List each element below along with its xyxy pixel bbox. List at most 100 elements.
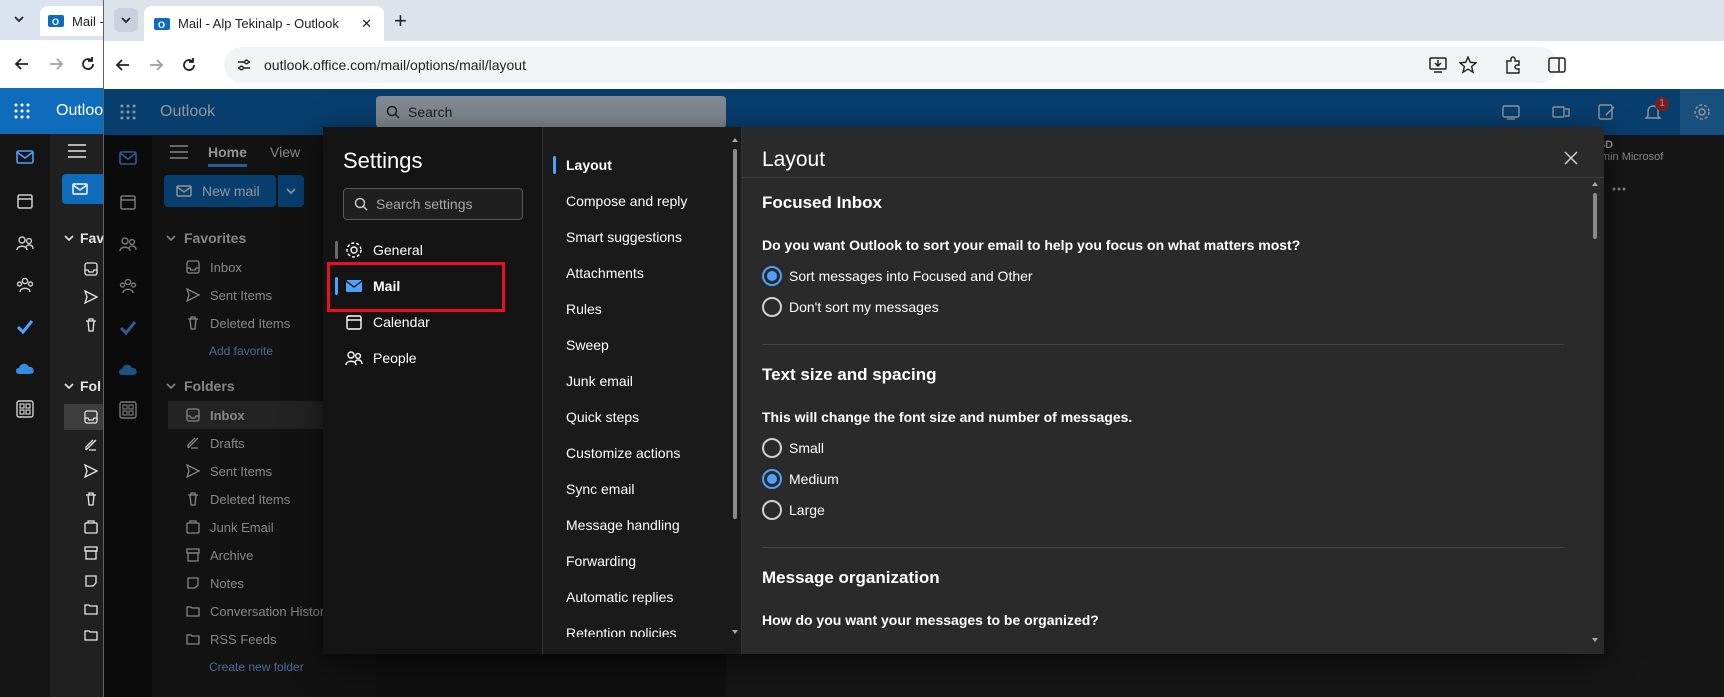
subnav-scroll-thumb[interactable] (733, 149, 737, 519)
subnav-smart-suggestions[interactable]: Smart suggestions (543, 219, 733, 255)
address-bar[interactable]: outlook.office.com/mail/options/mail/lay… (224, 47, 1558, 83)
folder-icon[interactable] (84, 602, 98, 616)
folder-icon[interactable] (84, 628, 98, 642)
forward-arrow-icon[interactable] (148, 57, 164, 73)
site-info-icon[interactable] (236, 57, 252, 73)
outlook-icon: O (48, 15, 64, 27)
chevron-down-icon (64, 235, 74, 242)
drafts-icon[interactable] (84, 438, 98, 452)
subnav-label: Compose and reply (566, 193, 688, 209)
tab-search-button[interactable] (114, 8, 138, 32)
outlook-icon: O (154, 17, 170, 30)
subnav-label: Automatic replies (566, 589, 674, 605)
category-people[interactable]: People (323, 340, 542, 376)
subnav-scrollbar[interactable] (732, 137, 738, 647)
section-divider (762, 344, 1564, 345)
more-apps-icon[interactable] (16, 400, 34, 418)
reload-icon[interactable] (80, 56, 96, 72)
subnav-label: Rules (566, 301, 602, 317)
scroll-up-icon[interactable] (1592, 181, 1598, 187)
radio-button-selected[interactable] (762, 469, 782, 489)
subnav-customize-actions[interactable]: Customize actions (543, 435, 733, 471)
groups-icon[interactable] (16, 276, 34, 294)
close-icon[interactable] (1564, 151, 1578, 165)
hamburger-icon[interactable] (68, 144, 86, 158)
scroll-down-icon[interactable] (732, 629, 738, 635)
subnav-label: Customize actions (566, 445, 681, 461)
back-arrow-icon[interactable] (115, 57, 131, 73)
todo-icon[interactable] (16, 318, 34, 336)
svg-text:O: O (158, 20, 165, 30)
message-org-question: How do you want your messages to be orga… (762, 612, 1099, 628)
radio-large[interactable]: Large (762, 495, 1572, 525)
extensions-icon[interactable] (1504, 56, 1522, 74)
radio-button[interactable] (762, 438, 782, 458)
radio-button[interactable] (762, 500, 782, 520)
onedrive-icon[interactable] (14, 360, 36, 376)
subnav-layout[interactable]: Layout (543, 147, 733, 183)
subnav-sweep[interactable]: Sweep (543, 327, 733, 363)
category-indicator (335, 241, 338, 259)
subnav-message-handling[interactable]: Message handling (543, 507, 733, 543)
reload-icon[interactable] (181, 57, 197, 73)
subnav-label: Sweep (566, 337, 609, 353)
scroll-down-icon[interactable] (1592, 637, 1598, 643)
subnav-forwarding[interactable]: Forwarding (543, 543, 733, 579)
chevron-down-icon (64, 383, 74, 390)
subnav-attachments[interactable]: Attachments (543, 255, 733, 291)
notes-icon[interactable] (84, 574, 98, 588)
junk-icon[interactable] (84, 520, 98, 534)
settings-dialog: Settings Search settings General Mail Ca… (323, 127, 1604, 654)
radio-sort-focused[interactable]: Sort messages into Focused and Other (762, 261, 1572, 291)
delete-icon[interactable] (84, 318, 98, 332)
radio-small[interactable]: Small (762, 433, 1572, 463)
browser-tabstrip: O Mail - Alp Tekinalp - Outlook ✕ + (104, 0, 1724, 41)
bookmark-star-icon[interactable] (1459, 56, 1477, 74)
subnav-quick-steps[interactable]: Quick steps (543, 399, 733, 435)
background-tab[interactable]: O Mail - (40, 6, 110, 36)
delete-icon[interactable] (84, 492, 98, 506)
radio-medium[interactable]: Medium (762, 464, 1572, 494)
folders-header-partial[interactable]: Fol (64, 378, 101, 394)
settings-search-placeholder: Search settings (376, 196, 473, 212)
background-folder-pane: Fav Fol (50, 134, 110, 697)
pane-scrollbar[interactable] (1592, 181, 1598, 649)
subnav-compose-and-reply[interactable]: Compose and reply (543, 183, 733, 219)
subnav-sync-email[interactable]: Sync email (543, 471, 733, 507)
inbox-icon[interactable] (84, 262, 98, 276)
settings-search-input[interactable]: Search settings (343, 188, 523, 220)
background-tab-title: Mail - (72, 13, 104, 29)
install-app-icon[interactable] (1429, 57, 1447, 73)
radio-dont-sort[interactable]: Don't sort my messages (762, 292, 1572, 322)
app-launcher-icon[interactable] (14, 103, 30, 119)
mail-icon[interactable] (16, 148, 34, 166)
send-icon[interactable] (84, 464, 98, 478)
background-outlook-header: Outloo (0, 88, 110, 134)
subnav-retention-policies[interactable]: Retention policies (543, 615, 733, 637)
settings-title: Settings (343, 148, 423, 173)
tab-search-button[interactable] (8, 8, 30, 30)
favorites-header-partial[interactable]: Fav (64, 230, 104, 246)
active-tab[interactable]: O Mail - Alp Tekinalp - Outlook ✕ (144, 6, 384, 41)
close-tab-icon[interactable]: ✕ (361, 16, 372, 32)
radio-button-selected[interactable] (762, 266, 782, 286)
archive-icon[interactable] (84, 546, 98, 560)
people-icon[interactable] (16, 234, 34, 252)
send-icon[interactable] (84, 290, 98, 304)
side-panel-icon[interactable] (1548, 56, 1566, 74)
subnav-label: Forwarding (566, 553, 637, 569)
calendar-icon[interactable] (16, 192, 34, 210)
category-label: General (373, 242, 423, 258)
back-arrow-icon[interactable] (14, 56, 30, 72)
layout-options-scroll: Focused Inbox Do you want Outlook to sor… (762, 193, 1572, 651)
scroll-up-icon[interactable] (732, 137, 738, 143)
pane-scroll-thumb[interactable] (1593, 193, 1597, 239)
forward-arrow-icon[interactable] (48, 56, 64, 72)
text-size-heading: Text size and spacing (762, 365, 937, 384)
radio-button[interactable] (762, 297, 782, 317)
new-tab-button[interactable]: + (394, 8, 407, 34)
subnav-junk-email[interactable]: Junk email (543, 363, 733, 399)
subnav-rules[interactable]: Rules (543, 291, 733, 327)
svg-text:O: O (52, 17, 59, 27)
subnav-automatic-replies[interactable]: Automatic replies (543, 579, 733, 615)
